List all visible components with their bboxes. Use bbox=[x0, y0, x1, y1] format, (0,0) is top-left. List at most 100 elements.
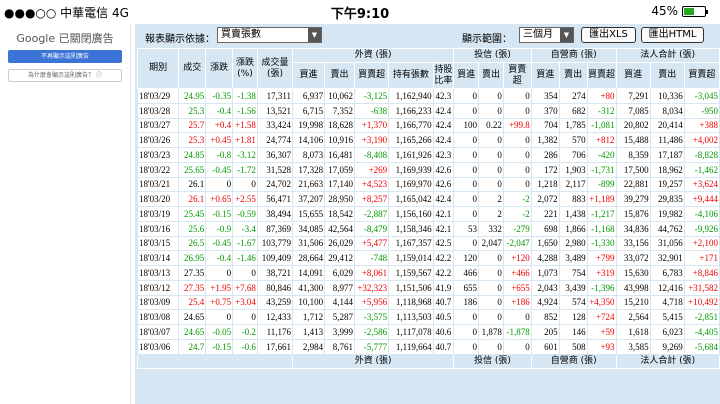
table-cell: -3.4 bbox=[232, 220, 258, 237]
table-cell: 26.1 bbox=[178, 176, 207, 193]
report-basis-value: 買賣張數 bbox=[221, 29, 261, 40]
table-cell: 0 bbox=[232, 309, 258, 325]
table-cell: 852 bbox=[530, 309, 560, 325]
table-cell: 41,300 bbox=[292, 279, 326, 296]
table-cell: 1,169,970 bbox=[388, 176, 434, 193]
report-panel: 報表顯示依據： 買賣張數 ▼ 顯示範圍： 三個月 ▼ 匯出XLS 匯出HTML 期別… bbox=[135, 24, 720, 404]
table-cell: 25.45 bbox=[178, 206, 207, 222]
table-cell: 18'03/14 bbox=[136, 250, 180, 266]
table-cell: 18'03/27 bbox=[136, 117, 180, 134]
table-cell: 4,718 bbox=[649, 294, 685, 311]
table-cell: 128 bbox=[558, 309, 588, 325]
table-cell: +0.4 bbox=[205, 117, 234, 134]
table-cell: -0.59 bbox=[232, 206, 258, 222]
table-cell: 18'03/15 bbox=[136, 235, 180, 252]
table-cell: +80 bbox=[586, 88, 617, 104]
table-cell: 146 bbox=[558, 324, 588, 340]
table-cell: 38,721 bbox=[256, 265, 294, 281]
table-cell: 0 bbox=[205, 309, 234, 325]
table-cell: 18'03/09 bbox=[136, 294, 180, 311]
table-cell: 15,876 bbox=[615, 206, 651, 222]
table-cell: 4,924 bbox=[530, 294, 560, 311]
table-cell: 0 bbox=[453, 191, 480, 207]
stop-ad-button[interactable]: 不再顯示這則廣告 bbox=[8, 50, 122, 63]
table-cell: -748 bbox=[354, 250, 390, 266]
table-cell: 3,439 bbox=[558, 279, 588, 296]
why-ad-button[interactable]: 為什麼會顯示這則廣告？ ⓘ bbox=[8, 69, 122, 82]
table-cell: 6,783 bbox=[649, 265, 685, 281]
table-cell: 21,663 bbox=[292, 176, 326, 193]
table-cell: 0 bbox=[478, 88, 504, 104]
table-cell: -279 bbox=[502, 220, 532, 237]
table-cell: +32,323 bbox=[354, 279, 390, 296]
table-cell: -1,462 bbox=[683, 161, 720, 178]
table-cell: +8,257 bbox=[354, 191, 390, 207]
table-cell: 0 bbox=[453, 206, 480, 222]
table-cell: 706 bbox=[558, 147, 588, 163]
table-cell: 0 bbox=[478, 279, 504, 296]
table-cell: 8,977 bbox=[324, 279, 356, 296]
table-cell: 3,585 bbox=[615, 338, 651, 355]
table-cell: 26.95 bbox=[178, 250, 207, 266]
table-cell: 15,488 bbox=[615, 132, 651, 148]
table-cell: 17,140 bbox=[324, 176, 356, 193]
table-cell: +2,100 bbox=[683, 235, 720, 252]
table-cell: 0 bbox=[232, 176, 258, 193]
table-cell: 2,047 bbox=[478, 235, 504, 252]
table-cell: 29,835 bbox=[649, 191, 685, 207]
table-cell: 42,564 bbox=[324, 220, 356, 237]
table-cell: -1,081 bbox=[586, 117, 617, 134]
table-cell: 25.3 bbox=[178, 102, 207, 119]
table-cell: 574 bbox=[558, 294, 588, 311]
table-cell: 17,328 bbox=[292, 161, 326, 178]
table-cell: -1.67 bbox=[232, 235, 258, 252]
table-cell: 42.6 bbox=[432, 161, 455, 178]
table-cell: 704 bbox=[530, 117, 560, 134]
table-cell: -8,479 bbox=[354, 220, 390, 237]
table-cell: 40.7 bbox=[432, 294, 455, 311]
table-cell: -312 bbox=[586, 102, 617, 119]
table-cell: 34,085 bbox=[292, 220, 326, 237]
table-cell: 6,023 bbox=[649, 324, 685, 340]
table-cell: 42.4 bbox=[432, 117, 455, 134]
table-cell: 11,176 bbox=[256, 324, 294, 340]
table-cell: +0.65 bbox=[205, 191, 234, 207]
table-cell: +3,624 bbox=[683, 176, 720, 193]
range-value: 三個月 bbox=[523, 29, 553, 40]
table-cell: 29,412 bbox=[324, 250, 356, 266]
footer-spacer bbox=[136, 353, 294, 369]
table-row: 18'03/13 27.35 0 0 38,721 14,091 6,029 +8,061 1,… bbox=[136, 265, 720, 281]
table-row: 18'03/22 25.65 -0.45 -1.72 31,528 17,328 17,05… bbox=[136, 161, 720, 178]
export-xls-button[interactable]: 匯出XLS bbox=[581, 27, 636, 43]
report-basis-select[interactable]: 買賣張數 ▼ bbox=[217, 27, 322, 43]
table-cell: -1.46 bbox=[232, 250, 258, 266]
range-select[interactable]: 三個月 ▼ bbox=[519, 27, 574, 43]
table-cell: 0 bbox=[502, 161, 532, 178]
group-trust: 投信 (張) bbox=[453, 48, 532, 63]
table-cell: 19,982 bbox=[649, 206, 685, 222]
table-cell: 0 bbox=[205, 265, 234, 281]
table-cell: +0.45 bbox=[205, 132, 234, 148]
table-cell: 34,836 bbox=[615, 220, 651, 237]
table-cell: 0 bbox=[478, 265, 504, 281]
table-cell: 18'03/16 bbox=[136, 220, 180, 237]
export-html-button[interactable]: 匯出HTML bbox=[641, 27, 704, 43]
table-cell: -2,851 bbox=[683, 309, 720, 325]
table-cell: 1,166,233 bbox=[388, 102, 434, 119]
table-cell: 2,980 bbox=[558, 235, 588, 252]
table-cell: 13,521 bbox=[256, 102, 294, 119]
table-cell: 24.85 bbox=[178, 147, 207, 163]
table-cell: 1,118,968 bbox=[388, 294, 434, 311]
table-cell: -8,828 bbox=[683, 147, 720, 163]
col-change: 漲跌 bbox=[205, 48, 234, 89]
table-cell: 5,287 bbox=[324, 309, 356, 325]
battery-percent: 45% bbox=[651, 4, 678, 18]
table-cell: 883 bbox=[558, 191, 588, 207]
table-cell: 28,664 bbox=[292, 250, 326, 266]
table-cell: 1,618 bbox=[615, 324, 651, 340]
table-cell: -3,575 bbox=[354, 309, 390, 325]
table-row: 18'03/23 24.85 -0.8 -3.12 36,307 8,073 16,481-… bbox=[136, 147, 720, 163]
table-cell: 1,712 bbox=[292, 309, 326, 325]
table-row: 18'03/28 25.3 -0.4 -1.56 13,521 6,715 7,352 -63… bbox=[136, 102, 720, 119]
table-cell: 36,307 bbox=[256, 147, 294, 163]
